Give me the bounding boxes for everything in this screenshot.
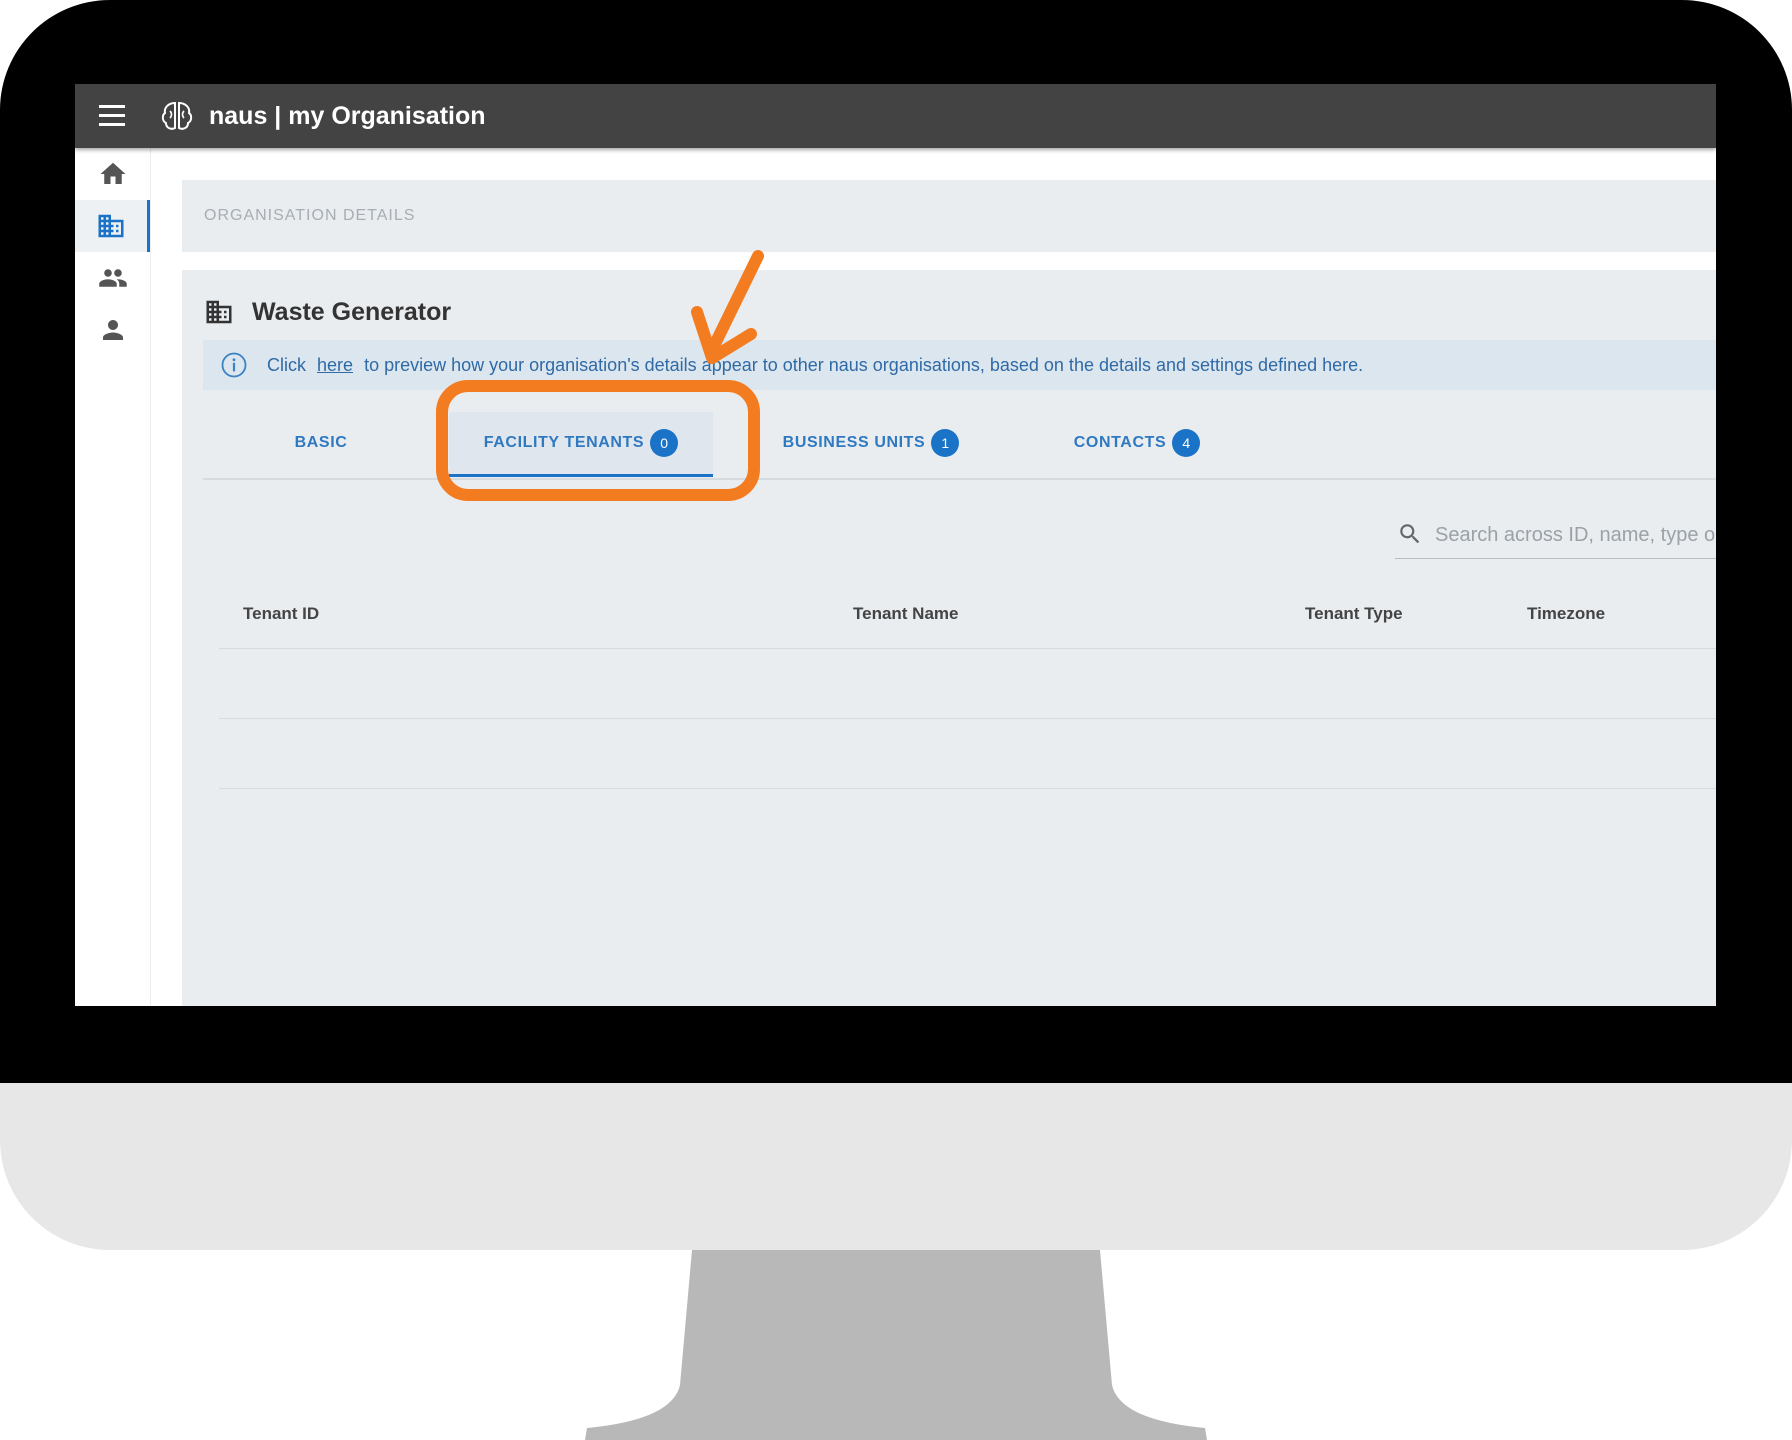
- group-icon: [98, 269, 127, 287]
- home-icon: [100, 162, 125, 184]
- page-title: Waste Generator: [252, 298, 452, 326]
- tab-count-badge: 4: [1172, 429, 1201, 457]
- menu-icon[interactable]: [99, 104, 125, 128]
- info-icon: [221, 352, 247, 378]
- tab-bar: BASIC FACILITY TENANTS 0 BUSINESS UNITS …: [203, 390, 1716, 480]
- nav-profile[interactable]: [75, 304, 150, 356]
- tab-label: BASIC: [294, 434, 348, 451]
- person-icon: [102, 320, 123, 340]
- nav-home[interactable]: [75, 148, 150, 200]
- app-title: naus | my Organisation: [209, 102, 486, 130]
- breadcrumb-card: ORGANISATION DETAILS: [182, 180, 1716, 252]
- nav-users[interactable]: [75, 252, 150, 304]
- tab-contacts[interactable]: CONTACTS 4: [1057, 412, 1217, 474]
- left-nav-rail: [75, 148, 151, 1006]
- tab-label: CONTACTS: [1073, 434, 1167, 451]
- column-header-tenant-name[interactable]: Tenant Name: [853, 580, 959, 648]
- building-icon: [206, 300, 232, 324]
- table-row: [219, 649, 1716, 719]
- preview-link[interactable]: here: [317, 355, 353, 375]
- tab-basic[interactable]: BASIC: [263, 412, 379, 474]
- tab-business-units[interactable]: BUSINESS UNITS 1: [771, 412, 971, 474]
- column-header-tenant-id[interactable]: Tenant ID: [243, 580, 319, 648]
- info-text-suffix: to preview how your organisation's detai…: [364, 355, 1364, 375]
- app-screen: naus | my Organisation ORGANISATION DETA…: [75, 84, 1716, 1006]
- tab-label: FACILITY TENANTS: [483, 434, 645, 451]
- info-banner: Click here to preview how your organisat…: [203, 340, 1716, 390]
- table-row: [219, 719, 1716, 789]
- search-input[interactable]: [1433, 516, 1716, 554]
- column-header-timezone[interactable]: Timezone: [1527, 580, 1605, 648]
- search-field: [1395, 510, 1716, 559]
- main-content: ORGANISATION DETAILS Waste Generator Cli…: [182, 180, 1716, 1006]
- nav-organisation[interactable]: [75, 200, 150, 252]
- breadcrumb: ORGANISATION DETAILS: [204, 207, 416, 224]
- tab-facility-tenants[interactable]: FACILITY TENANTS 0: [449, 412, 713, 477]
- search-icon: [1400, 524, 1420, 544]
- tab-count-badge: 0: [650, 429, 679, 457]
- info-text: Click here to preview how your organisat…: [267, 340, 1363, 390]
- tab-label: BUSINESS UNITS: [782, 434, 926, 451]
- brain-logo-icon: [161, 101, 193, 130]
- app-topbar: naus | my Organisation: [75, 84, 1716, 148]
- building-icon: [98, 214, 124, 238]
- organisation-card: Waste Generator Click here to preview ho…: [182, 270, 1716, 1006]
- table-header: Tenant ID Tenant Name Tenant Type Timezo…: [219, 580, 1716, 649]
- column-header-tenant-type[interactable]: Tenant Type: [1305, 580, 1403, 648]
- info-text-prefix: Click: [267, 355, 306, 375]
- tab-count-badge: 1: [931, 429, 960, 457]
